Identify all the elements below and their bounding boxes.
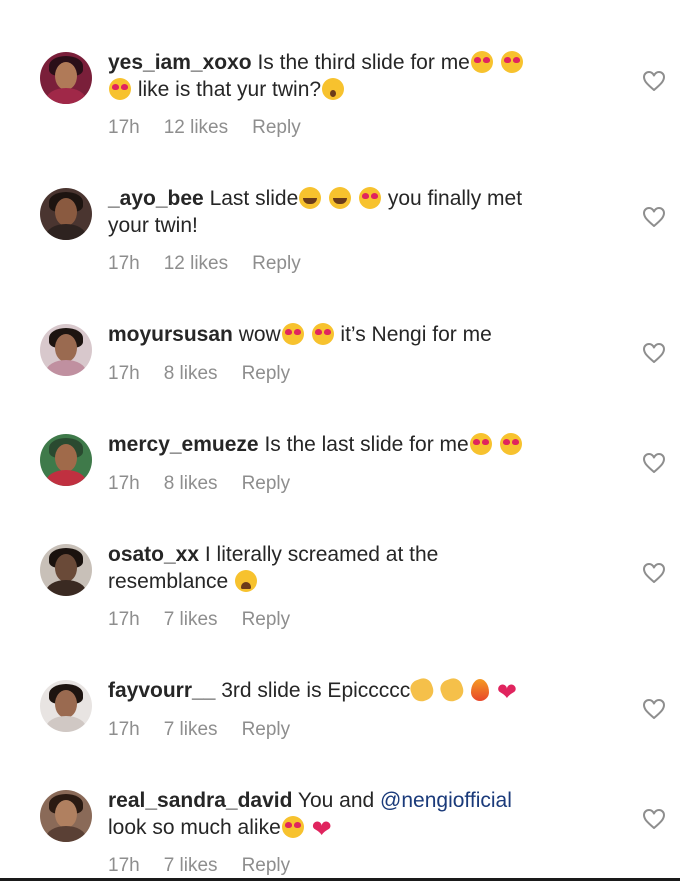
reply-button[interactable]: Reply (242, 473, 291, 494)
heart-eyes-emoji-icon (499, 433, 522, 455)
clapping-hands-emoji-icon (408, 675, 437, 705)
comment-time: 17h (108, 855, 140, 876)
comment-meta: 17h 12 likes Reply (108, 252, 325, 276)
reply-button[interactable]: Reply (252, 253, 301, 274)
heart-eyes-emoji-icon (311, 323, 334, 345)
comment-text: _ayo_bee Last slide you finally met your … (108, 187, 523, 237)
heart-eyes-emoji-icon (470, 51, 493, 73)
comment-text: osato_xx I literally screamed at the res… (108, 543, 439, 593)
comment-username[interactable]: mercy_emueze (108, 433, 259, 456)
clapping-hands-emoji-icon (438, 675, 467, 705)
comment-meta: 17h 12 likes Reply (108, 116, 325, 140)
comment-time: 17h (108, 117, 140, 138)
comment-username[interactable]: osato_xx (108, 543, 199, 566)
reply-button[interactable]: Reply (242, 609, 291, 630)
heart-eyes-emoji-icon (281, 816, 304, 838)
avatar[interactable] (40, 790, 92, 842)
surprised-emoji-icon (322, 78, 345, 100)
comment-username[interactable]: moyursusan (108, 323, 233, 346)
comment-meta: 17h 7 likes Reply (108, 854, 314, 878)
avatar[interactable] (40, 434, 92, 486)
comment-username[interactable]: fayvourr__ (108, 679, 215, 702)
heart-outline-icon[interactable] (642, 206, 666, 228)
comment-text: fayvourr__ 3rd slide is Epiccccc ❤ (108, 675, 608, 706)
heart-outline-icon[interactable] (642, 562, 666, 584)
avatar[interactable] (40, 324, 92, 376)
comment-time: 17h (108, 609, 140, 630)
heart-eyes-emoji-icon (358, 187, 381, 209)
heart-eyes-emoji-icon (500, 51, 523, 73)
heart-eyes-emoji-icon (109, 78, 131, 100)
heart-outline-icon[interactable] (642, 698, 666, 720)
avatar[interactable] (40, 680, 92, 732)
heart-outline-icon[interactable] (642, 342, 666, 364)
comment-time: 17h (108, 473, 140, 494)
comment-time: 17h (108, 719, 140, 740)
comment-meta: 17h 8 likes Reply (108, 472, 314, 496)
reply-button[interactable]: Reply (252, 117, 301, 138)
tears-of-joy-emoji-icon (299, 187, 322, 209)
reply-button[interactable]: Reply (242, 855, 291, 876)
fire-emoji-icon (470, 679, 489, 701)
comment-text: moyursusan wow it’s Nengi for me (108, 323, 492, 346)
comment-text: yes_iam_xoxo Is the third slide for me l… (108, 49, 608, 103)
red-heart-emoji-icon: ❤ (311, 816, 332, 843)
reply-button[interactable]: Reply (242, 719, 291, 740)
comment-time: 17h (108, 363, 140, 384)
comment-meta: 17h 8 likes Reply (108, 362, 314, 386)
comment-meta: 17h 7 likes Reply (108, 718, 314, 742)
tears-of-joy-emoji-icon (329, 187, 352, 209)
comment-time: 17h (108, 253, 140, 274)
comment-likes[interactable]: 12 likes (164, 253, 228, 274)
heart-eyes-emoji-icon (469, 433, 492, 455)
heart-eyes-emoji-icon (281, 323, 304, 345)
comment-likes[interactable]: 8 likes (164, 363, 218, 384)
comment-username[interactable]: _ayo_bee (108, 187, 204, 210)
comment-text: mercy_emueze Is the last slide for me (108, 431, 608, 458)
red-heart-emoji-icon: ❤ (496, 679, 517, 706)
avatar[interactable] (40, 52, 92, 104)
avatar[interactable] (40, 544, 92, 596)
comment-likes[interactable]: 7 likes (164, 855, 218, 876)
avatar[interactable] (40, 188, 92, 240)
heart-outline-icon[interactable] (642, 452, 666, 474)
comment-likes[interactable]: 12 likes (164, 117, 228, 138)
heart-outline-icon[interactable] (642, 70, 666, 92)
heart-outline-icon[interactable] (642, 808, 666, 830)
comment-username[interactable]: real_sandra_david (108, 789, 292, 812)
comment-likes[interactable]: 7 likes (164, 719, 218, 740)
comment-meta: 17h 7 likes Reply (108, 608, 314, 632)
comment-likes[interactable]: 7 likes (164, 609, 218, 630)
reply-button[interactable]: Reply (242, 363, 291, 384)
mention-link[interactable]: @nengiofficial (380, 789, 512, 812)
weary-face-emoji-icon (235, 570, 258, 592)
comment-likes[interactable]: 8 likes (164, 473, 218, 494)
comment-username[interactable]: yes_iam_xoxo (108, 51, 252, 74)
comment-text: real_sandra_david You and @nengiofficial… (108, 789, 512, 843)
